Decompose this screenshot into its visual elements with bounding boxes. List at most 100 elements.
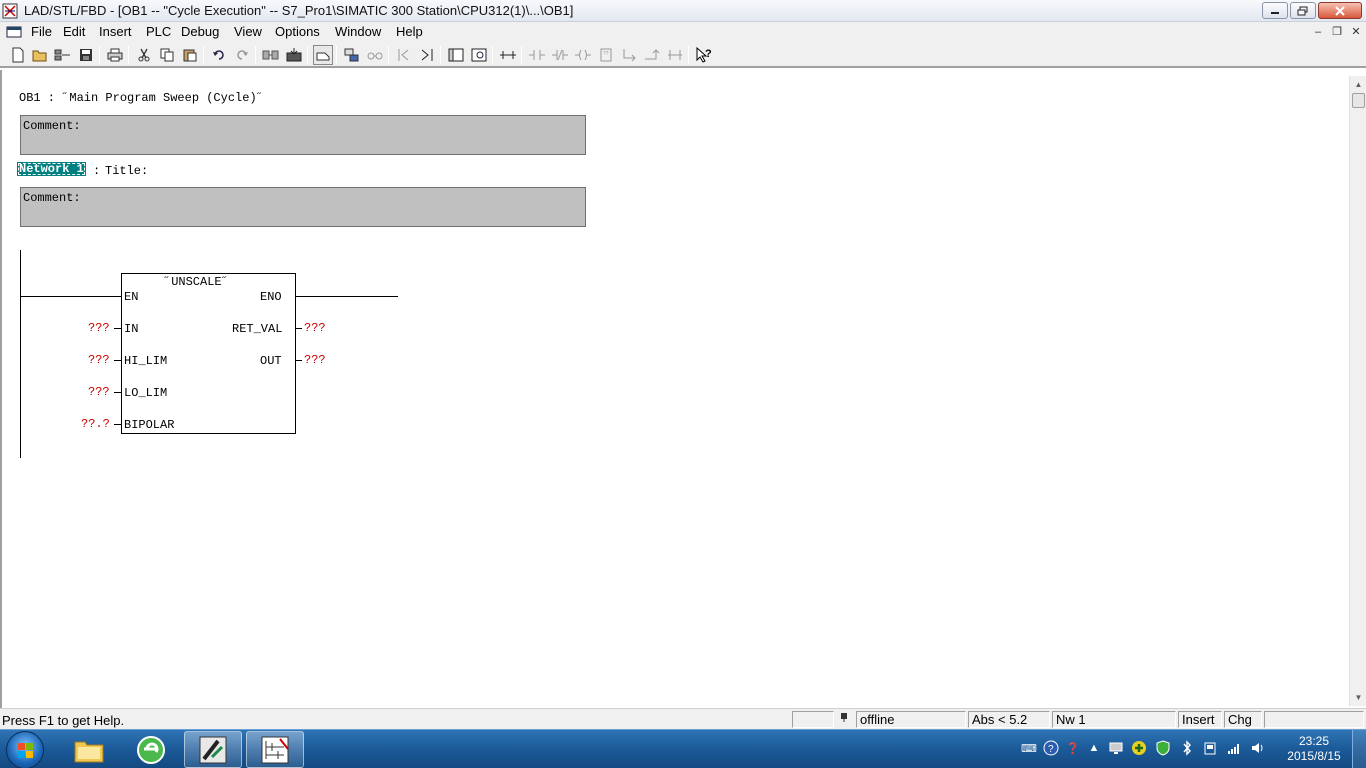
param-ret-val[interactable]: ??? [304, 321, 326, 335]
no-contact-button[interactable] [527, 45, 547, 65]
windows-logo-icon [18, 743, 33, 758]
menu-insert[interactable]: Insert [99, 24, 132, 39]
close-icon: ✕ [1351, 26, 1361, 38]
save-button[interactable] [76, 45, 96, 65]
redo-button[interactable] [232, 45, 252, 65]
mdi-minimize-button[interactable]: – [1310, 24, 1326, 39]
menu-view[interactable]: View [234, 24, 262, 39]
download-button[interactable] [284, 45, 304, 65]
jump-start-icon [398, 49, 409, 61]
taskbar-explorer[interactable] [60, 731, 118, 768]
toolbar: ?? ? [0, 42, 1366, 68]
folder-open-icon [32, 50, 47, 62]
close-branch-button[interactable] [642, 45, 662, 65]
menu-file[interactable]: File [31, 24, 52, 39]
coil-icon [575, 49, 591, 61]
vertical-scrollbar[interactable]: ▲ ▼ [1349, 76, 1366, 706]
details-button[interactable] [469, 45, 489, 65]
close-button[interactable] [1318, 2, 1362, 19]
accessible-nodes-button[interactable] [53, 45, 73, 65]
title-bar: LAD/STL/FBD - [OB1 -- "Cycle Execution" … [0, 0, 1366, 22]
restore-icon [1297, 6, 1308, 15]
minimize-button[interactable] [1262, 2, 1288, 19]
plus-tray-icon[interactable] [1131, 740, 1147, 756]
empty-box-button[interactable]: ?? [596, 45, 616, 65]
paste-button[interactable] [180, 45, 200, 65]
undo-button[interactable] [209, 45, 229, 65]
print-button[interactable] [105, 45, 125, 65]
shield-tray-icon[interactable] [1155, 740, 1171, 756]
open-block-button[interactable] [313, 45, 333, 65]
copy-icon [160, 48, 174, 62]
taskbar-lad-editor[interactable] [246, 731, 304, 768]
copy-button[interactable] [157, 45, 177, 65]
menu-help[interactable]: Help [396, 24, 423, 39]
pin-out: OUT [260, 354, 282, 368]
open-button[interactable] [30, 45, 50, 65]
monitor-button[interactable] [342, 45, 362, 65]
settings-tray-icon[interactable]: ❓ [1065, 740, 1081, 756]
status-cell-empty [792, 711, 834, 728]
device-tray-icon[interactable] [1202, 740, 1218, 756]
param-out[interactable]: ??? [304, 353, 326, 367]
help-circle-icon[interactable]: ? [1043, 740, 1059, 756]
volume-icon[interactable] [1250, 740, 1266, 756]
clock-date: 2015/8/15 [1287, 749, 1341, 763]
online-button[interactable] [261, 45, 281, 65]
param-bipolar[interactable]: ??.? [81, 417, 110, 431]
menu-window[interactable]: Window [335, 24, 381, 39]
cut-button[interactable] [134, 45, 154, 65]
scroll-thumb[interactable] [1352, 93, 1365, 108]
monitor-icon [344, 48, 359, 62]
keyboard-icon[interactable]: ⌨ [1021, 740, 1037, 756]
show-desktop-button[interactable] [1352, 730, 1366, 768]
mdi-restore-button[interactable]: ❐ [1329, 24, 1345, 39]
monitor-tray-icon[interactable] [1108, 740, 1124, 756]
mdi-close-button[interactable]: ✕ [1348, 24, 1364, 39]
start-button[interactable] [6, 731, 44, 768]
download-icon [286, 48, 302, 62]
taskbar-ie[interactable] [122, 731, 180, 768]
svg-text:?: ? [705, 48, 712, 60]
param-lo-lim[interactable]: ??? [88, 385, 110, 399]
menu-plc[interactable]: PLC [146, 24, 171, 39]
restore-button[interactable] [1290, 2, 1316, 19]
new-network-icon [500, 51, 516, 59]
diagnostics-button[interactable] [365, 45, 385, 65]
show-hidden-icons[interactable]: ▲ [1086, 740, 1102, 756]
coil-button[interactable] [573, 45, 593, 65]
system-clock[interactable]: 23:25 2015/8/15 [1279, 734, 1349, 764]
save-icon [80, 49, 92, 61]
overview-button[interactable] [446, 45, 466, 65]
param-in[interactable]: ??? [88, 321, 110, 335]
overview-icon [448, 48, 464, 62]
undo-icon [213, 50, 224, 60]
new-button[interactable] [8, 45, 28, 65]
scroll-down-arrow-icon[interactable]: ▼ [1350, 689, 1366, 706]
taskbar-simatic-manager[interactable] [184, 731, 242, 768]
help-button[interactable]: ? [694, 45, 714, 65]
svg-text:??: ?? [603, 51, 609, 57]
window-title: LAD/STL/FBD - [OB1 -- "Cycle Execution" … [24, 3, 574, 18]
previous-network-button[interactable] [394, 45, 414, 65]
scroll-up-arrow-icon[interactable]: ▲ [1350, 76, 1366, 93]
lad-app-icon [2, 3, 18, 19]
nc-contact-icon [552, 49, 568, 61]
menu-bar: File Edit Insert PLC Debug View Options … [0, 22, 1366, 42]
bluetooth-icon[interactable] [1179, 740, 1195, 756]
menu-edit[interactable]: Edit [63, 24, 85, 39]
box-icon: ?? [600, 48, 612, 62]
open-branch-button[interactable] [619, 45, 639, 65]
connection-button[interactable] [665, 45, 685, 65]
pin-hi-lim: HI_LIM [124, 354, 168, 368]
signal-strength-icon[interactable] [1226, 740, 1242, 756]
new-network-button[interactable] [498, 45, 518, 65]
nc-contact-button[interactable] [550, 45, 570, 65]
menu-debug[interactable]: Debug [181, 24, 219, 39]
param-hi-lim[interactable]: ??? [88, 353, 110, 367]
document-icon[interactable] [6, 25, 22, 39]
menu-options[interactable]: Options [275, 24, 320, 39]
next-network-button[interactable] [417, 45, 437, 65]
print-icon [107, 48, 123, 62]
code-editor[interactable]: OB1 : ˝Main Program Sweep (Cycle)˝ Comme… [0, 70, 1366, 708]
